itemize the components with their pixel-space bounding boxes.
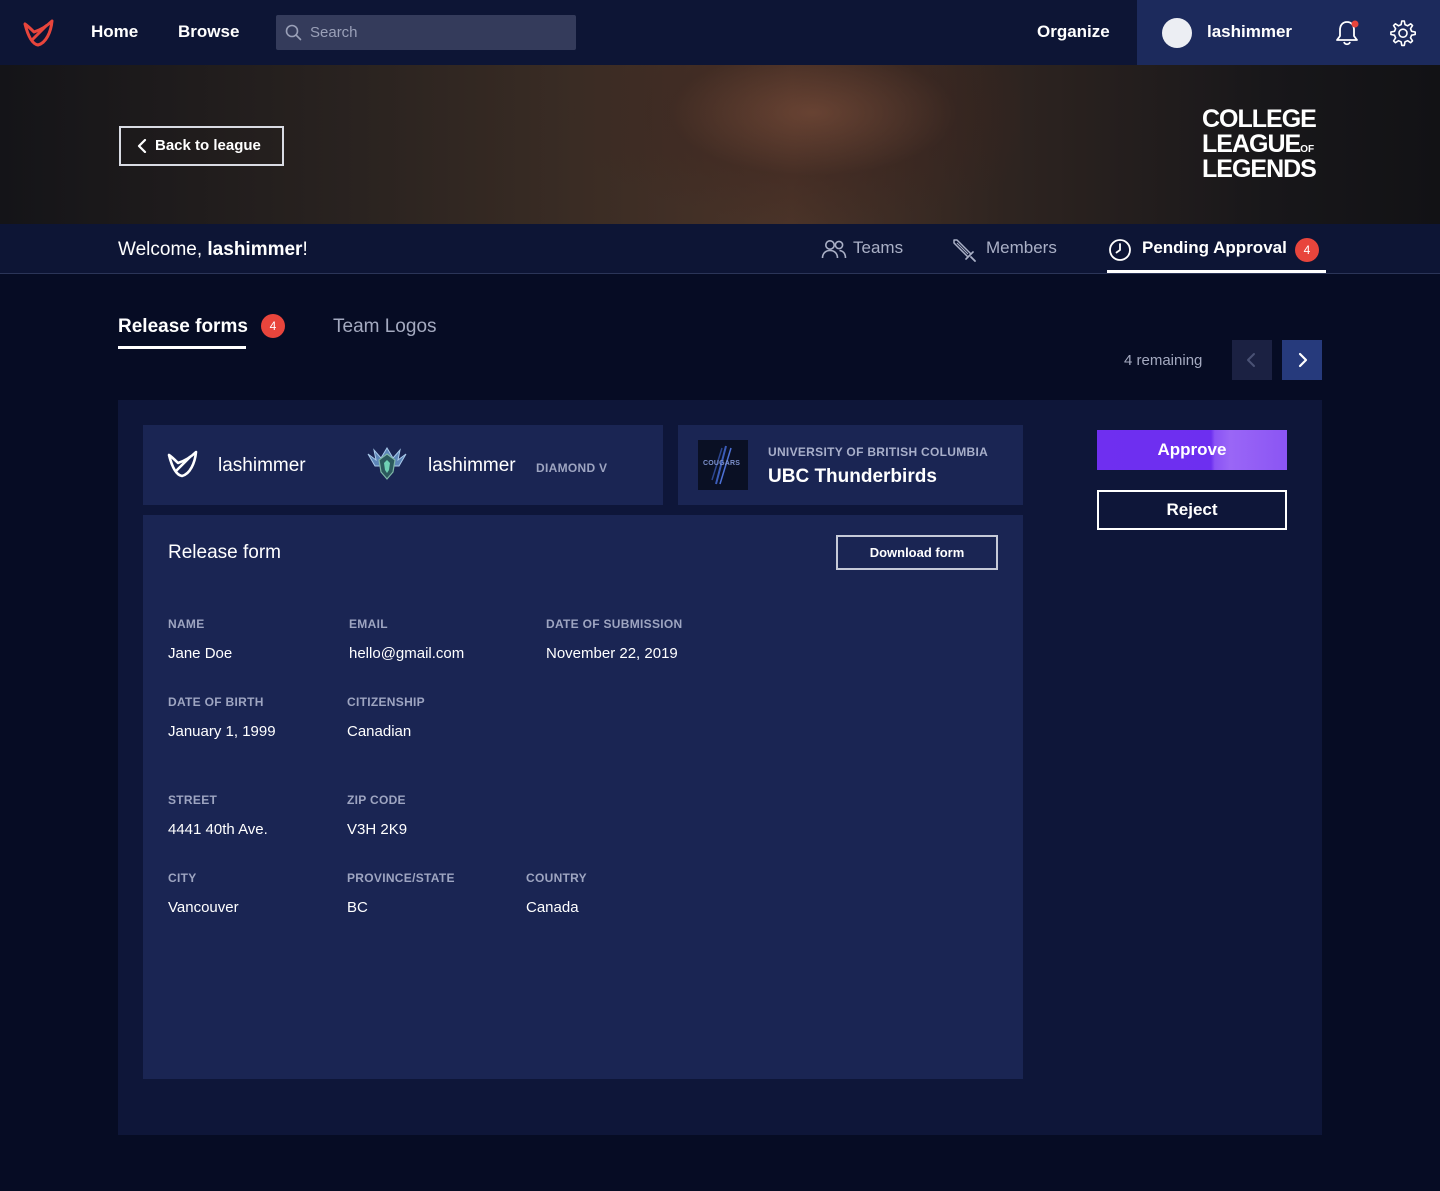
nav-organize-link[interactable]: Organize [1037,22,1110,42]
previous-button[interactable] [1232,340,1272,380]
logo-line-college: COLLEGE [1202,105,1317,133]
sword-icon [953,239,976,262]
search-icon [285,24,302,41]
street-value: 4441 40th Ave. [168,821,268,838]
release-forms-tab-indicator [118,346,246,349]
release-form-title: Release form [168,542,281,563]
clock-icon [1109,239,1131,261]
player-rank: DIAMOND V [536,461,608,475]
tab-members-label: Members [986,238,1057,257]
user-menu[interactable]: lashimmer [1137,0,1440,65]
tab-release-forms[interactable]: Release forms [118,316,248,338]
league-subnav: Welcome, lashimmer! Teams Members Pendin… [0,224,1440,274]
chevron-right-icon [1298,352,1308,368]
logo-word-league: LEAGUE [1202,130,1301,158]
tab-team-logos[interactable]: Team Logos [333,316,437,338]
city-value: Vancouver [168,899,239,916]
province-label: PROVINCE/STATE [347,871,455,885]
team-logo-text: COUGARS [703,460,741,467]
banner-artwork [560,65,1020,224]
logo-word-of: OF [1300,144,1315,155]
back-to-league-button[interactable]: Back to league [119,126,284,166]
college-league-of-legends-logo: COLLEGE LEAGUEOF LEGENDS [1202,107,1324,182]
tab-members[interactable]: Members [951,238,1061,262]
tab-teams[interactable]: Teams [821,238,911,262]
street-label: STREET [168,793,218,807]
settings-gear-icon[interactable] [1389,19,1417,52]
name-label: NAME [168,617,205,631]
province-value: BC [347,899,368,916]
logo-line-league: LEAGUEOF [1202,132,1324,157]
player-summoner-name: lashimmer [428,455,516,476]
citizenship-value: Canadian [347,723,412,740]
welcome-prefix: Welcome, [118,239,208,260]
tab-pending-approval-label: Pending Approval [1142,238,1287,257]
reject-button[interactable]: Reject [1097,490,1287,530]
submission-date-label: DATE OF SUBMISSION [546,617,683,631]
country-label: COUNTRY [526,871,587,885]
chevron-left-icon [137,139,147,153]
welcome-suffix: ! [302,239,308,260]
date-of-birth-label: DATE OF BIRTH [168,695,264,709]
city-label: CITY [168,871,197,885]
pending-count-badge: 4 [1295,238,1319,262]
back-to-league-label: Back to league [155,137,261,154]
release-forms-count-badge: 4 [261,314,285,338]
zip-code-label: ZIP CODE [347,793,406,807]
diamond-rank-emblem-icon [366,446,408,482]
user-name[interactable]: lashimmer [1207,22,1292,42]
email-value: hello@gmail.com [349,645,465,662]
team-name: UBC Thunderbirds [768,466,937,487]
app-logo-icon[interactable] [22,18,54,48]
download-form-button[interactable]: Download form [836,535,998,570]
welcome-message: Welcome, lashimmer! [118,239,308,261]
team-university: UNIVERSITY OF BRITISH COLUMBIA [768,445,989,459]
player-account-name: lashimmer [218,455,306,476]
top-nav: Home Browse Search Organize lashimmer [0,0,1440,65]
nav-home-link[interactable]: Home [91,22,138,42]
avatar[interactable] [1162,18,1192,48]
tab-teams-label: Teams [853,238,904,257]
next-button[interactable] [1282,340,1322,380]
logo-line-legends: LEGENDS [1202,155,1317,183]
submission-date-value: November 22, 2019 [546,645,678,662]
users-icon [821,240,847,259]
remaining-count: 4 remaining [1124,352,1203,369]
search-input[interactable]: Search [276,15,576,50]
player-account-icon [166,449,198,484]
country-value: Canada [526,899,579,916]
league-banner: Back to league COLLEGE LEAGUEOF LEGENDS [0,65,1440,224]
active-tab-indicator [1107,270,1326,273]
search-placeholder: Search [310,24,358,41]
approve-button[interactable]: Approve [1097,430,1287,470]
release-form-card [143,515,1023,1079]
zip-code-value: V3H 2K9 [347,821,408,838]
nav-browse-link[interactable]: Browse [178,22,239,42]
notification-bell-icon[interactable] [1335,18,1361,51]
tab-pending-approval[interactable]: Pending Approval 4 [1108,238,1324,264]
name-value: Jane Doe [168,645,233,662]
email-label: EMAIL [349,617,388,631]
team-logo: COUGARS [698,440,748,490]
citizenship-label: CITIZENSHIP [347,695,425,709]
welcome-username: lashimmer [207,239,303,260]
chevron-left-icon [1247,353,1255,367]
date-of-birth-value: January 1, 1999 [168,723,276,740]
